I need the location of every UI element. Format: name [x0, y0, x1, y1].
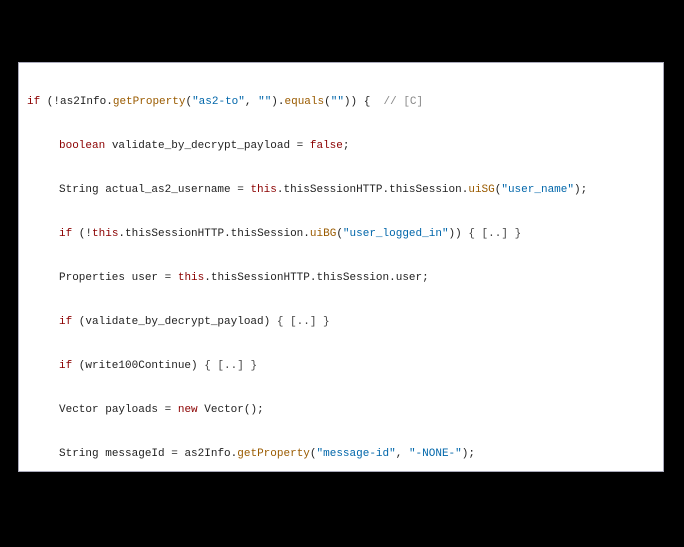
keyword-if: if [27, 96, 40, 108]
code-line: String messageId = as2Info.getProperty("… [27, 443, 655, 465]
code-line: String actual_as2_username = this.thisSe… [27, 179, 655, 201]
code-line: if (!this.thisSessionHTTP.thisSession.ui… [27, 223, 655, 245]
code-line: boolean validate_by_decrypt_payload = fa… [27, 135, 655, 157]
code-line: if (write100Continue) { [..] } [27, 355, 655, 377]
code-line: if (validate_by_decrypt_payload) { [..] … [27, 311, 655, 333]
code-snippet: if (!as2Info.getProperty("as2-to", "").e… [18, 62, 664, 472]
code-line: if (!as2Info.getProperty("as2-to", "").e… [27, 91, 655, 113]
code-line: Vector payloads = new Vector(); [27, 399, 655, 421]
code-line: Properties user = this.thisSessionHTTP.t… [27, 267, 655, 289]
